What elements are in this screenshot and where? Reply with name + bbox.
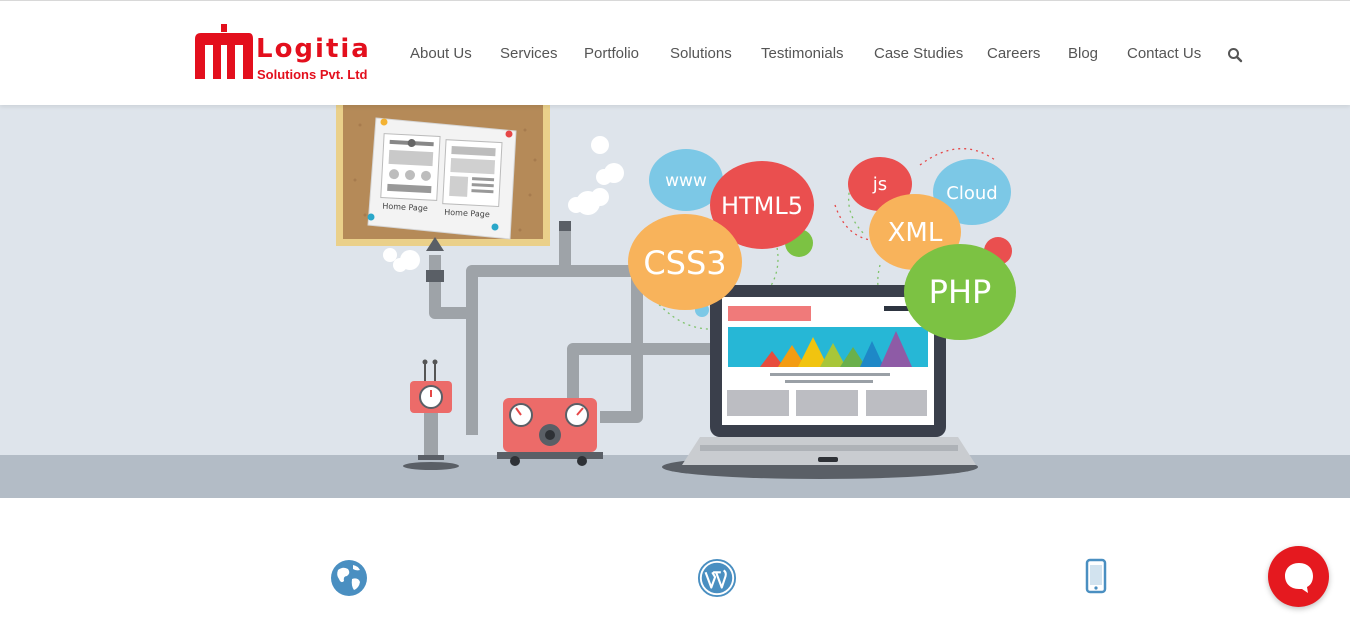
- nav-case-studies[interactable]: Case Studies: [874, 45, 963, 63]
- nav-contact-us[interactable]: Contact Us: [1127, 45, 1201, 63]
- nav-solutions[interactable]: Solutions: [670, 45, 732, 63]
- hero-illustration: Home Page Home Page www HTML5 CSS3 js Cl…: [336, 105, 1016, 479]
- search-icon[interactable]: [1227, 47, 1243, 63]
- nav-about-us[interactable]: About Us: [410, 45, 472, 63]
- logo-tagline: Solutions Pvt. Ltd: [257, 67, 368, 82]
- bubble-css3-label: CSS3: [643, 244, 726, 282]
- site-header: Logitia Solutions Pvt. Ltd About Us Serv…: [0, 1, 1350, 105]
- globe-icon: [331, 560, 367, 596]
- bubble-html5-label: HTML5: [721, 192, 803, 220]
- nav-services[interactable]: Services: [500, 45, 558, 63]
- mobile-phone-icon: [1085, 558, 1107, 594]
- cork-board: Home Page Home Page: [336, 105, 550, 246]
- bubble-js-label: js: [872, 174, 887, 195]
- chat-button[interactable]: [1268, 546, 1329, 607]
- gauge-post: [403, 359, 459, 470]
- wordpress-icon: [697, 558, 737, 598]
- hero-banner: Home Page Home Page www HTML5 CSS3 js Cl…: [0, 105, 1350, 498]
- bubble-cloud-label: Cloud: [946, 183, 997, 204]
- bubble-www-label: www: [665, 171, 707, 191]
- chat-icon: [1285, 563, 1313, 593]
- nav-blog[interactable]: Blog: [1068, 45, 1098, 63]
- bubble-xml-label: XML: [888, 218, 943, 248]
- nav-portfolio[interactable]: Portfolio: [584, 45, 639, 63]
- nav-testimonials[interactable]: Testimonials: [761, 45, 844, 63]
- main-nav: About Us Services Portfolio Solutions Te…: [0, 45, 1350, 65]
- nav-careers[interactable]: Careers: [987, 45, 1040, 63]
- pump-machine: [497, 398, 603, 466]
- features-section: [0, 498, 1350, 623]
- bubble-php-label: PHP: [929, 273, 992, 311]
